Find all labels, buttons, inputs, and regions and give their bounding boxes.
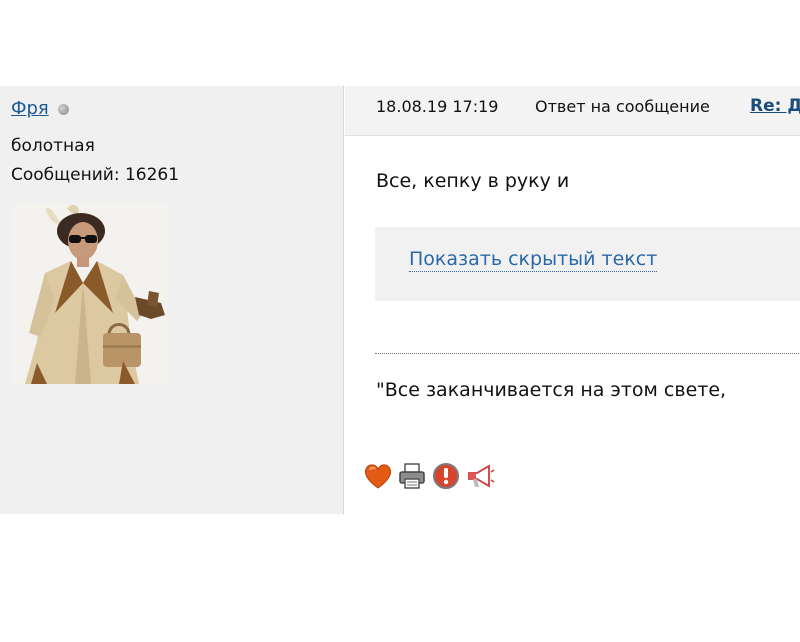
post-date: 18.08.19 17:19: [376, 97, 499, 116]
reply-to-label: Ответ на сообщение: [535, 97, 710, 116]
show-hidden-text-link[interactable]: Показать скрытый текст: [409, 248, 658, 272]
offline-status-icon: [57, 103, 69, 115]
reply-to-link[interactable]: Re: Д: [750, 96, 800, 116]
post-text: Все, кепку в руку и: [376, 170, 570, 192]
signature-divider: [375, 353, 800, 354]
signature-text: "Все заканчивается на этом свете,: [376, 379, 727, 401]
post-author-panel: Фря болотная Сообщений: 16261: [0, 86, 344, 514]
author-post-count: Сообщений: 16261: [11, 165, 180, 185]
avatar: [11, 203, 167, 384]
post-header: 18.08.19 17:19 Ответ на сообщение Re: Д: [345, 86, 800, 136]
post-body: Все, кепку в руку и Показать скрытый тек…: [345, 136, 800, 514]
report-icon[interactable]: [431, 461, 461, 491]
forum-post: Фря болотная Сообщений: 16261 18.08.19 1…: [0, 86, 800, 514]
author-rank: болотная: [11, 136, 95, 156]
spoiler-box: Показать скрытый текст: [375, 227, 800, 301]
post-actions: [363, 461, 495, 491]
author-name-row: Фря: [11, 97, 69, 119]
megaphone-icon[interactable]: [465, 461, 495, 491]
heart-icon[interactable]: [363, 461, 393, 491]
printer-icon[interactable]: [397, 461, 427, 491]
author-name-link[interactable]: Фря: [11, 98, 49, 119]
